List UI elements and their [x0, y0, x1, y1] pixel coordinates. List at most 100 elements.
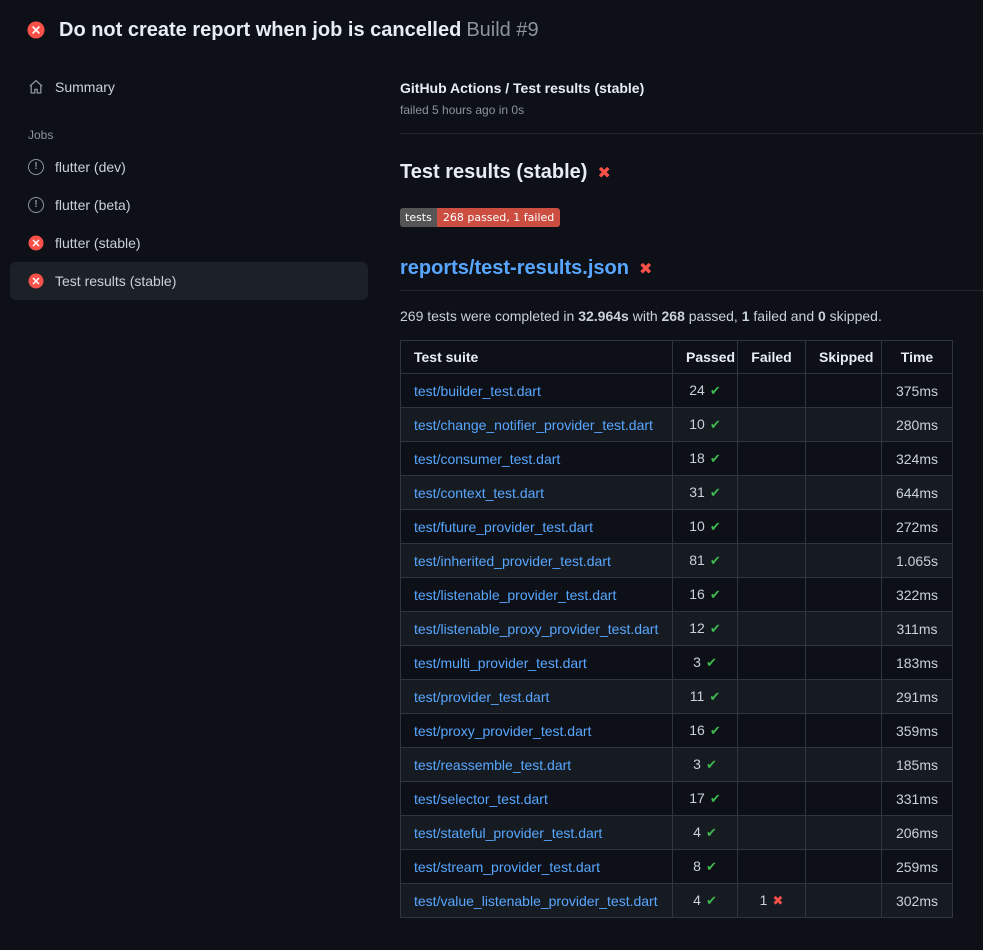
passed-cell: 31✔	[673, 476, 738, 510]
time-cell-value: 1.065s	[896, 553, 938, 569]
suite-cell: test/change_notifier_provider_test.dart	[401, 408, 673, 442]
cancelled-status-icon: !	[28, 159, 44, 175]
suite-link[interactable]: test/stateful_provider_test.dart	[414, 825, 602, 841]
job-label: Test results (stable)	[55, 273, 176, 289]
time-cell-value: 359ms	[896, 723, 938, 739]
failed-cell-value: 1	[760, 892, 768, 908]
run-title: Do not create report when job is cancell…	[59, 19, 461, 41]
suite-link[interactable]: test/provider_test.dart	[414, 689, 549, 705]
passed-cell: 16✔	[673, 578, 738, 612]
passed-cell: 10✔	[673, 510, 738, 544]
suite-cell: test/selector_test.dart	[401, 782, 673, 816]
job-label: flutter (stable)	[55, 235, 141, 251]
suite-cell: test/listenable_provider_test.dart	[401, 578, 673, 612]
suite-cell: test/reassemble_test.dart	[401, 748, 673, 782]
time-cell-value: 331ms	[896, 791, 938, 807]
passed-cell-value: 10	[689, 416, 705, 432]
main-content: GitHub Actions / Test results (stable) f…	[392, 56, 983, 918]
failed-status-icon	[27, 21, 45, 39]
passed-cell-value: 31	[689, 484, 705, 500]
suite-link[interactable]: test/consumer_test.dart	[414, 451, 560, 467]
skipped-cell	[806, 510, 882, 544]
time-cell: 183ms	[882, 646, 953, 680]
skipped-cell	[806, 578, 882, 612]
tests-badge-label: tests	[400, 208, 437, 227]
suite-link[interactable]: test/multi_provider_test.dart	[414, 655, 587, 671]
failed-x-icon: ✖	[639, 259, 652, 278]
time-cell: 644ms	[882, 476, 953, 510]
suite-link[interactable]: test/proxy_provider_test.dart	[414, 723, 591, 739]
time-cell: 359ms	[882, 714, 953, 748]
summary-prefix: 269 tests were completed in	[400, 308, 578, 324]
passed-cell: 11✔	[673, 680, 738, 714]
sidebar-item-summary[interactable]: Summary	[10, 70, 368, 104]
skipped-cell	[806, 816, 882, 850]
summary-suffix: skipped.	[826, 308, 882, 324]
tests-badge-value: 268 passed, 1 failed	[437, 208, 560, 227]
passed-cell-value: 3	[693, 654, 701, 670]
suite-cell: test/listenable_proxy_provider_test.dart	[401, 612, 673, 646]
time-cell-value: 644ms	[896, 485, 938, 501]
sidebar-item-flutter-beta[interactable]: ! flutter (beta)	[10, 186, 368, 224]
table-row: test/selector_test.dart 17✔ 331ms	[401, 782, 953, 816]
suite-link[interactable]: test/builder_test.dart	[414, 383, 541, 399]
table-row: test/listenable_provider_test.dart16✔322…	[401, 578, 953, 612]
suite-cell: test/consumer_test.dart	[401, 442, 673, 476]
suite-link[interactable]: test/inherited_provider_test.dart	[414, 553, 611, 569]
summary-failed-count: 1	[742, 308, 750, 324]
passed-cell-value: 4	[693, 824, 701, 840]
passed-cell: 24✔	[673, 374, 738, 408]
passed-cell-value: 8	[693, 858, 701, 874]
failed-cell	[738, 544, 806, 578]
time-cell-value: 311ms	[897, 621, 938, 637]
table-row: test/change_notifier_provider_test.dart 1…	[401, 408, 953, 442]
suite-link[interactable]: test/listenable_provider_test.dart	[414, 587, 616, 603]
suite-cell: test/future_provider_test.dart	[401, 510, 673, 544]
suite-link[interactable]: test/listenable_proxy_provider_test.dart	[414, 621, 658, 637]
passed-cell-value: 16	[689, 586, 705, 602]
results-table-body: test/builder_test.dart24✔375mstest/chang…	[401, 374, 953, 918]
suite-link[interactable]: test/reassemble_test.dart	[414, 757, 571, 773]
skipped-cell	[806, 884, 882, 918]
suite-link[interactable]: test/future_provider_test.dart	[414, 519, 593, 535]
sidebar-item-test-results-stable[interactable]: Test results (stable)	[10, 262, 368, 300]
run-meta: failed 5 hours ago in 0s	[400, 103, 952, 117]
passed-cell: 18✔	[673, 442, 738, 476]
sidebar: Summary Jobs ! flutter (dev) ! flutter (…	[0, 56, 392, 300]
suite-link[interactable]: test/change_notifier_provider_test.dart	[414, 417, 653, 433]
skipped-cell	[806, 408, 882, 442]
suite-cell: test/multi_provider_test.dart	[401, 646, 673, 680]
time-cell: 302ms	[882, 884, 953, 918]
passed-cell: 4✔	[673, 884, 738, 918]
suite-cell: test/stateful_provider_test.dart	[401, 816, 673, 850]
failed-cell: 1✖	[738, 884, 806, 918]
suite-link[interactable]: test/context_test.dart	[414, 485, 544, 501]
summary-line: 269 tests were completed in 32.964s with…	[400, 308, 952, 324]
suite-link[interactable]: test/selector_test.dart	[414, 791, 548, 807]
section-title: Test results (stable)	[400, 161, 587, 184]
sidebar-item-flutter-dev[interactable]: ! flutter (dev)	[10, 148, 368, 186]
skipped-cell	[806, 374, 882, 408]
time-cell-value: 280ms	[896, 417, 938, 433]
header-row: Test suite Passed Failed Skipped Time	[401, 341, 953, 374]
skipped-cell	[806, 544, 882, 578]
skipped-cell	[806, 476, 882, 510]
col-header-skipped: Skipped	[806, 341, 882, 374]
passed-cell: 3✔	[673, 646, 738, 680]
failed-cell	[738, 510, 806, 544]
time-cell: 375ms	[882, 374, 953, 408]
suite-link[interactable]: test/stream_provider_test.dart	[414, 859, 600, 875]
suite-link[interactable]: test/value_listenable_provider_test.dart	[414, 893, 658, 909]
table-row: test/proxy_provider_test.dart 16✔ 359ms	[401, 714, 953, 748]
breadcrumb: GitHub Actions / Test results (stable)	[400, 80, 952, 96]
failed-x-icon: ✖	[597, 163, 610, 182]
job-label: flutter (beta)	[55, 197, 130, 213]
passed-cell: 16✔	[673, 714, 738, 748]
sidebar-item-flutter-stable[interactable]: flutter (stable)	[10, 224, 368, 262]
check-icon: ✔	[710, 792, 721, 807]
report-link[interactable]: reports/test-results.json	[400, 257, 629, 280]
time-cell-value: 291ms	[896, 689, 938, 705]
passed-cell-value: 3	[693, 756, 701, 772]
passed-cell: 17✔	[673, 782, 738, 816]
table-row: test/inherited_provider_test.dart81✔1.06…	[401, 544, 953, 578]
